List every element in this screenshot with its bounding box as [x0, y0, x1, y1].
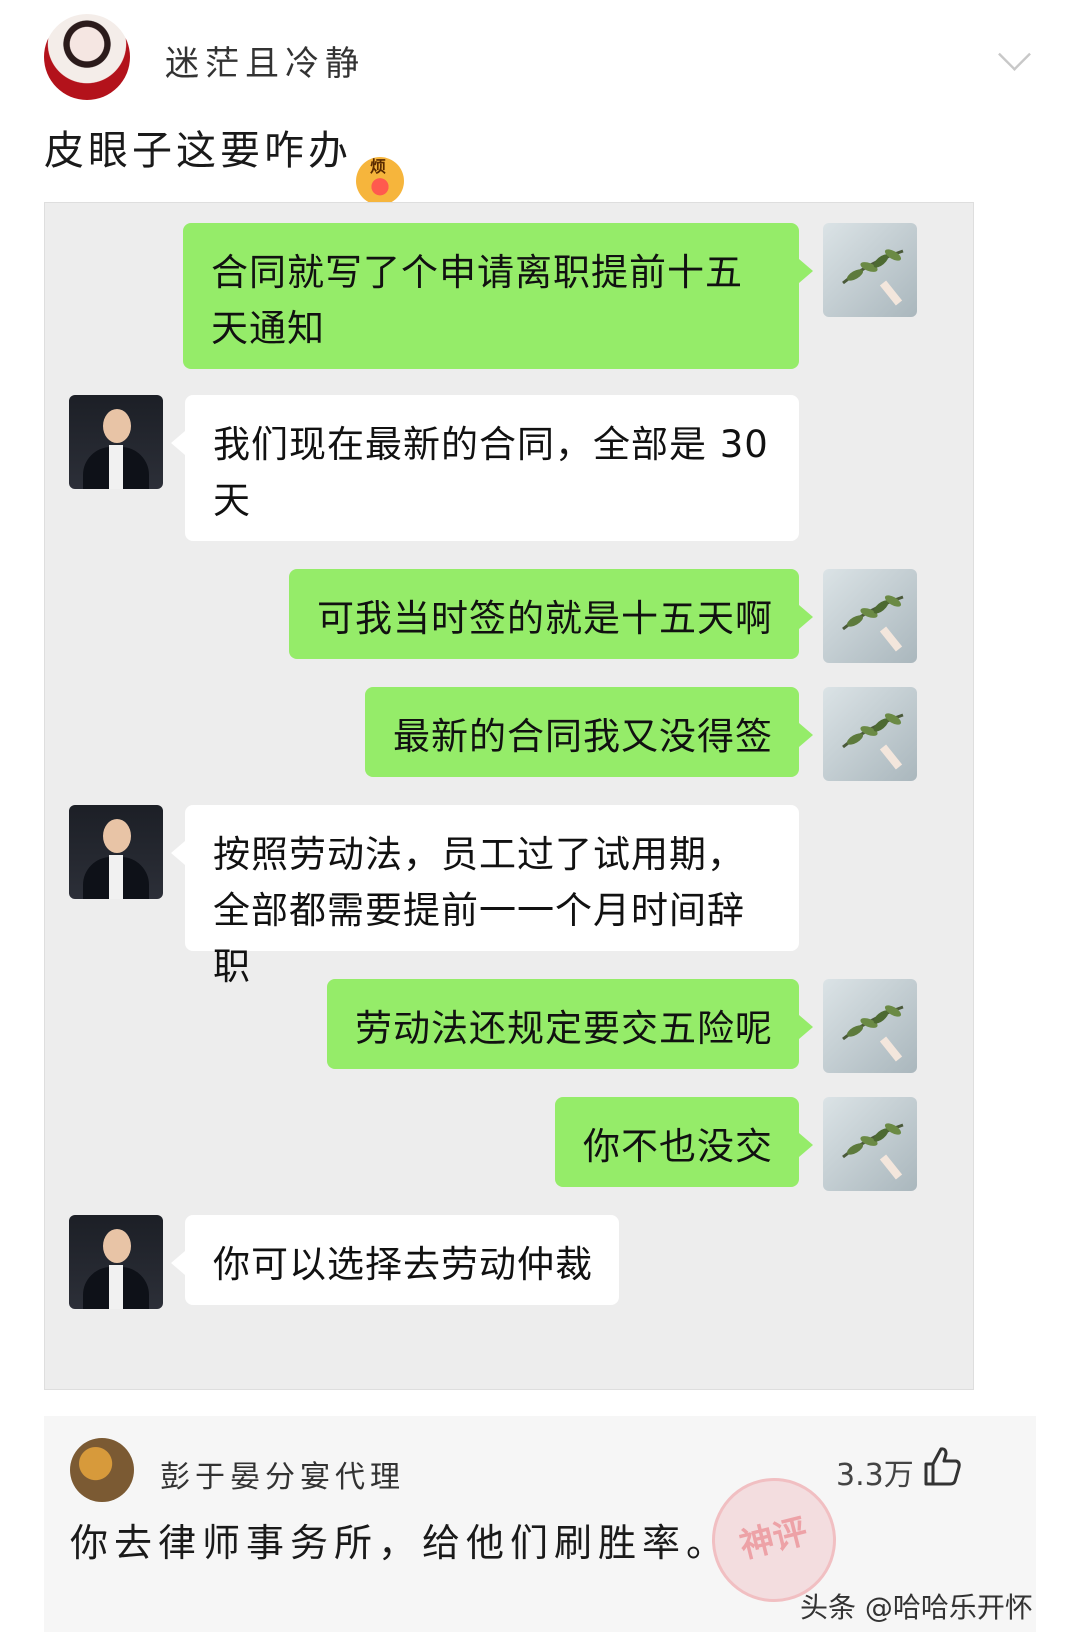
chat-bubble-incoming: 按照劳动法，员工过了试用期，全部都需要提前一一个月时间辞职: [171, 805, 799, 988]
chat-screenshot[interactable]: 合同就写了个申请离职提前十五天通知 我们现在最新的合同，全部是 30 天 可我当…: [44, 202, 974, 1390]
commenter-name[interactable]: 彭于晏分宴代理: [160, 1452, 405, 1496]
emoji-label: 烦: [369, 157, 390, 176]
plant-icon: [842, 249, 904, 306]
chat-bubble-incoming: 你可以选择去劳动仲裁: [171, 1215, 619, 1305]
message-text: 合同就写了个申请离职提前十五天通知: [211, 251, 743, 350]
author-name[interactable]: 迷茫且冷静: [165, 36, 365, 85]
sender-avatar: [823, 223, 917, 317]
chevron-down-icon[interactable]: [998, 38, 1031, 71]
contact-avatar: [69, 1215, 163, 1309]
sender-avatar: [823, 1097, 917, 1191]
plant-icon: [842, 1005, 904, 1062]
thumbs-up-icon[interactable]: [920, 1444, 964, 1488]
contact-avatar: [69, 395, 163, 489]
author-avatar[interactable]: [44, 14, 130, 100]
chat-bubble-outgoing: 你不也没交: [555, 1097, 813, 1187]
message-text: 你可以选择去劳动仲裁: [213, 1243, 593, 1286]
post-text-content: 皮眼子这要咋办: [44, 128, 352, 174]
message-text: 劳动法还规定要交五险呢: [355, 1007, 773, 1050]
chat-bubble-outgoing: 劳动法还规定要交五险呢: [327, 979, 813, 1069]
sender-avatar: [823, 979, 917, 1073]
message-text: 按照劳动法，员工过了试用期，全部都需要提前一一个月时间辞职: [213, 833, 745, 988]
chat-bubble-outgoing: 可我当时签的就是十五天啊: [289, 569, 813, 659]
contact-avatar: [69, 805, 163, 899]
message-text: 可我当时签的就是十五天啊: [317, 597, 773, 640]
plant-icon: [842, 1123, 904, 1180]
message-text: 我们现在最新的合同，全部是 30 天: [213, 423, 769, 522]
post-header: 迷茫且冷静: [0, 0, 1080, 110]
annoyed-emoji-icon: 烦: [356, 157, 404, 205]
sender-avatar: [823, 687, 917, 781]
sender-avatar: [823, 569, 917, 663]
chat-bubble-incoming: 我们现在最新的合同，全部是 30 天: [171, 395, 799, 541]
comment-text: 你去律师事务所，给他们刷胜率。: [70, 1521, 731, 1565]
message-text: 最新的合同我又没得签: [393, 715, 773, 758]
chat-bubble-outgoing: 合同就写了个申请离职提前十五天通知: [183, 223, 813, 369]
watermark: 头条 @哈哈乐开怀: [800, 1591, 1033, 1624]
like-count: 3.3万: [836, 1458, 914, 1493]
commenter-avatar[interactable]: [70, 1438, 134, 1502]
plant-icon: [842, 595, 904, 652]
post-text: 皮眼子这要咋办烦: [44, 118, 404, 205]
plant-icon: [842, 713, 904, 770]
message-text: 你不也没交: [583, 1125, 773, 1168]
chat-bubble-outgoing: 最新的合同我又没得签: [365, 687, 813, 777]
